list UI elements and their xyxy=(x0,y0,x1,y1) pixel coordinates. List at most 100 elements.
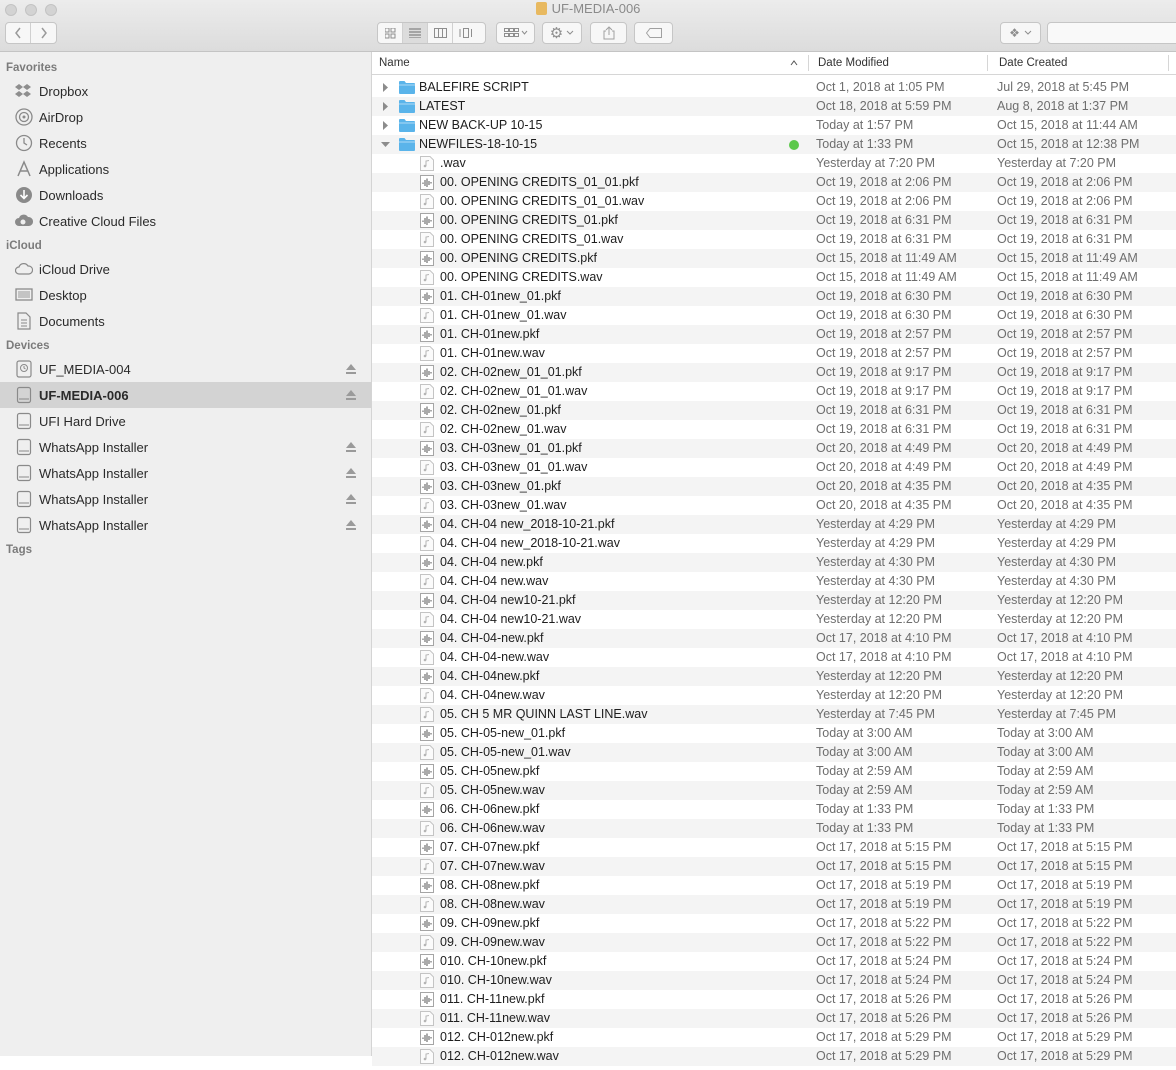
file-row[interactable]: 05. CH-05new.wav Today at 2:59 AM Today at… xyxy=(372,781,1176,800)
eject-icon[interactable] xyxy=(346,389,356,401)
file-row[interactable]: 012. CH-012new.pkf Oct 17, 2018 at 5:29 P… xyxy=(372,1028,1176,1047)
eject-icon[interactable] xyxy=(346,363,356,375)
file-row[interactable]: 01. CH-01new.pkf Oct 19, 2018 at 2:57 PM O… xyxy=(372,325,1176,344)
list-view-button[interactable] xyxy=(403,23,428,43)
file-row[interactable]: 05. CH 5 MR QUINN LAST LINE.wav Yesterday… xyxy=(372,705,1176,724)
file-row[interactable]: 04. CH-04-new.pkf Oct 17, 2018 at 4:10 PM… xyxy=(372,629,1176,648)
column-divider[interactable] xyxy=(987,55,988,71)
sidebar-item-whatsapp-installer[interactable]: WhatsApp Installer xyxy=(0,460,371,486)
column-divider[interactable] xyxy=(808,55,809,71)
file-row[interactable]: 00. OPENING CREDITS_01_01.wav Oct 19, 201… xyxy=(372,192,1176,211)
disclosure-triangle-open-icon[interactable] xyxy=(381,135,391,154)
folder-row[interactable]: BALEFIRE SCRIPT Oct 1, 2018 at 1:05 PM Jul… xyxy=(372,78,1176,97)
file-row[interactable]: 00. OPENING CREDITS.wav Oct 15, 2018 at 1… xyxy=(372,268,1176,287)
share-button[interactable] xyxy=(590,22,627,44)
action-button[interactable]: ⚙ xyxy=(542,22,582,44)
file-row[interactable]: 00. OPENING CREDITS_01.pkf Oct 19, 2018 a… xyxy=(372,211,1176,230)
file-row[interactable]: 03. CH-03new_01_01.wav Oct 20, 2018 at 4:… xyxy=(372,458,1176,477)
file-row[interactable]: 02. CH-02new_01.pkf Oct 19, 2018 at 6:31 … xyxy=(372,401,1176,420)
file-row[interactable]: 01. CH-01new_01.wav Oct 19, 2018 at 6:30 … xyxy=(372,306,1176,325)
file-row[interactable]: 00. OPENING CREDITS.pkf Oct 15, 2018 at 1… xyxy=(372,249,1176,268)
sidebar-item-whatsapp-installer[interactable]: WhatsApp Installer xyxy=(0,512,371,538)
file-row[interactable]: 05. CH-05-new_01.pkf Today at 3:00 AM Toda… xyxy=(372,724,1176,743)
sidebar-item-recents[interactable]: Recents xyxy=(0,130,371,156)
eject-icon[interactable] xyxy=(346,467,356,479)
sidebar-item-whatsapp-installer[interactable]: WhatsApp Installer xyxy=(0,434,371,460)
row-date-created: Oct 20, 2018 at 4:35 PM xyxy=(997,498,1133,512)
dropbox-button[interactable]: ❖ xyxy=(1000,22,1041,44)
file-row[interactable]: 01. CH-01new.wav Oct 19, 2018 at 2:57 PM O… xyxy=(372,344,1176,363)
forward-button[interactable] xyxy=(31,23,56,43)
file-row[interactable]: 08. CH-08new.wav Oct 17, 2018 at 5:19 PM O… xyxy=(372,895,1176,914)
date-created-column-header[interactable]: Date Created xyxy=(999,52,1169,74)
file-row[interactable]: 04. CH-04 new10-21.wav Yesterday at 12:20… xyxy=(372,610,1176,629)
file-row[interactable]: .wav Yesterday at 7:20 PM Yesterday at 7:2… xyxy=(372,154,1176,173)
file-row[interactable]: 04. CH-04 new_2018-10-21.wav Yesterday at… xyxy=(372,534,1176,553)
back-button[interactable] xyxy=(6,23,31,43)
file-row[interactable]: 04. CH-04 new_2018-10-21.pkf Yesterday at… xyxy=(372,515,1176,534)
file-row[interactable]: 011. CH-11new.pkf Oct 17, 2018 at 5:26 PM… xyxy=(372,990,1176,1009)
file-row[interactable]: 03. CH-03new_01.pkf Oct 20, 2018 at 4:35 … xyxy=(372,477,1176,496)
sidebar-item-ufi-hard-drive[interactable]: UFI Hard Drive xyxy=(0,408,371,434)
sidebar-item-whatsapp-installer[interactable]: WhatsApp Installer xyxy=(0,486,371,512)
sidebar-item-uf-media-006[interactable]: UF-MEDIA-006 xyxy=(0,382,371,408)
sidebar-item-documents[interactable]: Documents xyxy=(0,308,371,334)
file-row[interactable]: 06. CH-06new.wav Today at 1:33 PM Today at… xyxy=(372,819,1176,838)
file-row[interactable]: 02. CH-02new_01_01.wav Oct 19, 2018 at 9:… xyxy=(372,382,1176,401)
file-row[interactable]: 04. CH-04 new.pkf Yesterday at 4:30 PM Yes… xyxy=(372,553,1176,572)
name-column-header[interactable]: Name xyxy=(379,52,799,74)
file-row[interactable]: 07. CH-07new.pkf Oct 17, 2018 at 5:15 PM O… xyxy=(372,838,1176,857)
file-row[interactable]: 010. CH-10new.wav Oct 17, 2018 at 5:24 PM… xyxy=(372,971,1176,990)
disclosure-triangle-closed-icon[interactable] xyxy=(381,116,391,135)
folder-row[interactable]: NEW BACK-UP 10-15 Today at 1:57 PM Oct 15,… xyxy=(372,116,1176,135)
file-row[interactable]: 09. CH-09new.pkf Oct 17, 2018 at 5:22 PM O… xyxy=(372,914,1176,933)
date-modified-column-header[interactable]: Date Modified xyxy=(818,52,988,74)
file-row[interactable]: 01. CH-01new_01.pkf Oct 19, 2018 at 6:30 … xyxy=(372,287,1176,306)
column-view-button[interactable] xyxy=(428,23,453,43)
file-row[interactable]: 07. CH-07new.wav Oct 17, 2018 at 5:15 PM O… xyxy=(372,857,1176,876)
file-row[interactable]: 04. CH-04-new.wav Oct 17, 2018 at 4:10 PM… xyxy=(372,648,1176,667)
file-row[interactable]: 09. CH-09new.wav Oct 17, 2018 at 5:22 PM O… xyxy=(372,933,1176,952)
file-row[interactable]: 06. CH-06new.pkf Today at 1:33 PM Today at… xyxy=(372,800,1176,819)
sidebar-item-creative-cloud-files[interactable]: Creative Cloud Files xyxy=(0,208,371,234)
waveform-file-icon xyxy=(420,327,434,342)
icon-view-button[interactable] xyxy=(378,23,403,43)
file-row[interactable]: 04. CH-04 new10-21.pkf Yesterday at 12:20… xyxy=(372,591,1176,610)
file-row[interactable]: 05. CH-05new.pkf Today at 2:59 AM Today at… xyxy=(372,762,1176,781)
sidebar-item-desktop[interactable]: Desktop xyxy=(0,282,371,308)
arrange-button[interactable] xyxy=(496,22,535,44)
sidebar-section-heading: Tags xyxy=(6,544,32,556)
sidebar-item-uf-media-004[interactable]: UF_MEDIA-004 xyxy=(0,356,371,382)
folder-row[interactable]: LATEST Oct 18, 2018 at 5:59 PM Aug 8, 2018… xyxy=(372,97,1176,116)
coverflow-view-button[interactable] xyxy=(453,23,478,43)
disclosure-triangle-closed-icon[interactable] xyxy=(381,78,391,97)
file-row[interactable]: 05. CH-05-new_01.wav Today at 3:00 AM Toda… xyxy=(372,743,1176,762)
sidebar-item-icloud-drive[interactable]: iCloud Drive xyxy=(0,256,371,282)
file-row[interactable]: 04. CH-04new.wav Yesterday at 12:20 PM Yes… xyxy=(372,686,1176,705)
sidebar-item-downloads[interactable]: Downloads xyxy=(0,182,371,208)
row-date-modified: Oct 19, 2018 at 6:30 PM xyxy=(816,289,952,303)
sidebar-item-applications[interactable]: Applications xyxy=(0,156,371,182)
search-input[interactable] xyxy=(1047,22,1176,44)
file-row[interactable]: 08. CH-08new.pkf Oct 17, 2018 at 5:19 PM O… xyxy=(372,876,1176,895)
file-row[interactable]: 010. CH-10new.pkf Oct 17, 2018 at 5:24 PM… xyxy=(372,952,1176,971)
folder-row[interactable]: NEWFILES-18-10-15 Today at 1:33 PM Oct 15,… xyxy=(372,135,1176,154)
sidebar-item-dropbox[interactable]: Dropbox xyxy=(0,78,371,104)
file-row[interactable]: 03. CH-03new_01_01.pkf Oct 20, 2018 at 4:… xyxy=(372,439,1176,458)
file-row[interactable]: 012. CH-012new.wav Oct 17, 2018 at 5:29 P… xyxy=(372,1047,1176,1066)
file-row[interactable]: 011. CH-11new.wav Oct 17, 2018 at 5:26 PM… xyxy=(372,1009,1176,1028)
file-row[interactable]: 00. OPENING CREDITS_01.wav Oct 19, 2018 a… xyxy=(372,230,1176,249)
file-row[interactable]: 02. CH-02new_01_01.pkf Oct 19, 2018 at 9:… xyxy=(372,363,1176,382)
file-row[interactable]: 02. CH-02new_01.wav Oct 19, 2018 at 6:31 … xyxy=(372,420,1176,439)
eject-icon[interactable] xyxy=(346,441,356,453)
eject-icon[interactable] xyxy=(346,519,356,531)
column-divider[interactable] xyxy=(1168,55,1169,71)
file-row[interactable]: 04. CH-04 new.wav Yesterday at 4:30 PM Yes… xyxy=(372,572,1176,591)
disclosure-triangle-closed-icon[interactable] xyxy=(381,97,391,116)
tags-button[interactable] xyxy=(634,22,673,44)
file-row[interactable]: 00. OPENING CREDITS_01_01.pkf Oct 19, 201… xyxy=(372,173,1176,192)
sidebar-item-airdrop[interactable]: AirDrop xyxy=(0,104,371,130)
file-row[interactable]: 03. CH-03new_01.wav Oct 20, 2018 at 4:35 … xyxy=(372,496,1176,515)
eject-icon[interactable] xyxy=(346,493,356,505)
file-row[interactable]: 04. CH-04new.pkf Yesterday at 12:20 PM Yes… xyxy=(372,667,1176,686)
